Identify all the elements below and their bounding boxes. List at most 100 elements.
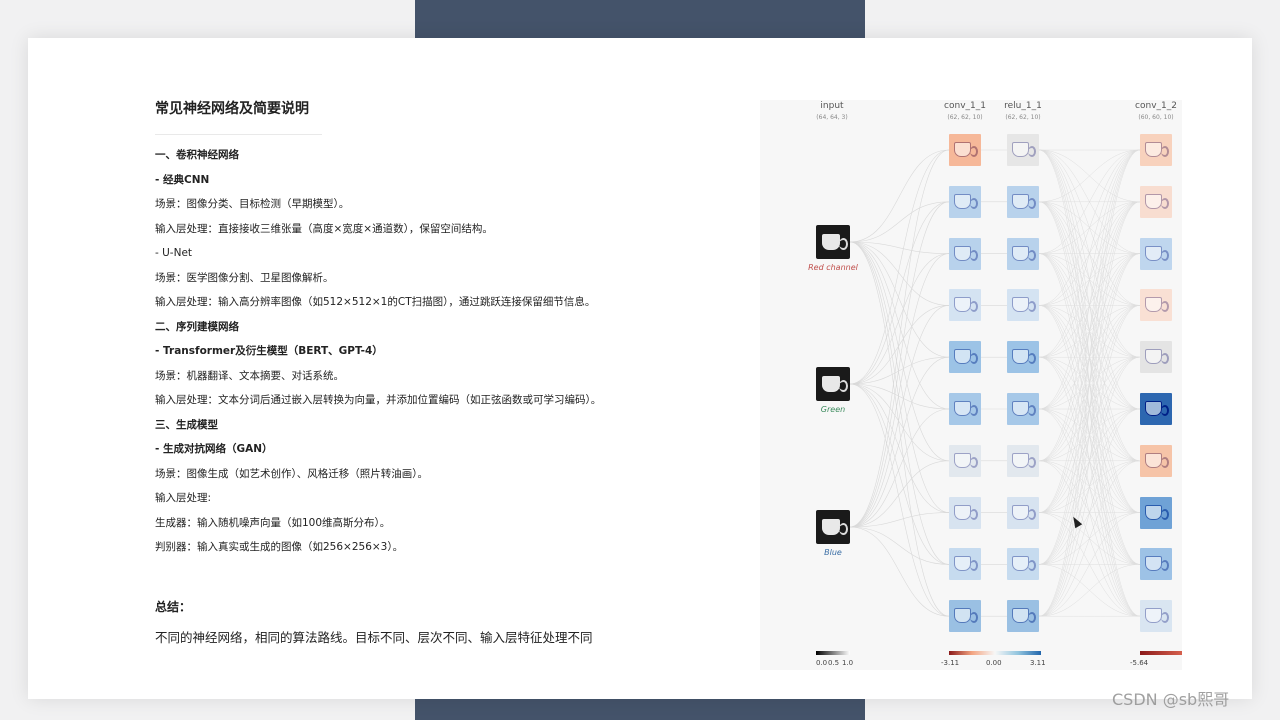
relu1-feature-map: [1007, 134, 1039, 166]
cup-handle: [1161, 249, 1169, 261]
conv2-feature-map: [1140, 341, 1172, 374]
conv1-feature-map: [949, 548, 981, 581]
layer-dims: (60, 60, 10): [1138, 114, 1174, 121]
relu1-feature-map: [1007, 341, 1039, 374]
colorbar-tick: 0.0: [816, 659, 828, 667]
cup-icon: [1012, 401, 1029, 416]
cup-handle: [1028, 560, 1036, 572]
cup-icon: [1145, 452, 1162, 468]
cup-handle: [970, 301, 978, 313]
conv1-feature-map: [949, 496, 981, 529]
input-channel-label: Red channel: [808, 263, 858, 272]
relu1-feature-map: [1007, 496, 1039, 529]
cup-icon: [954, 401, 971, 416]
conv1-feature-map: [949, 444, 981, 477]
cup-icon: [1145, 349, 1162, 365]
conv1-feature-map: [949, 185, 981, 218]
slide-canvas: 常见神经网络及简要说明 一、卷积神经网络 - 经典CNN 场景：图像分类、目标检测（…: [28, 38, 1252, 699]
connection-line: [1038, 356, 1141, 617]
cup-handle: [1161, 353, 1169, 365]
relu1-feature-map: [1007, 548, 1039, 581]
cup-icon: [1012, 245, 1029, 261]
content-line: - 生成对抗网络（GAN）: [155, 443, 273, 455]
cup-icon: [1145, 401, 1162, 416]
cup-icon: [822, 376, 840, 392]
cnn-visualization: input (64, 64, 3) conv_1_1 (62, 62, 10) relu…: [760, 100, 1182, 670]
content-line: 场景：医学图像分割、卫星图像解析。: [155, 271, 334, 284]
connection-line: [1038, 149, 1141, 203]
connection-line: [849, 305, 950, 385]
cup-handle: [970, 560, 978, 572]
connection-line: [849, 526, 950, 565]
connection-line: [849, 201, 950, 385]
input-channel-image: [816, 367, 850, 401]
cup-icon: [1145, 297, 1162, 313]
layer-dims: (64, 64, 3): [816, 114, 848, 121]
cup-handle: [970, 405, 978, 416]
cup-handle: [970, 612, 978, 624]
relu1-feature-map: [1007, 185, 1039, 218]
conv2-feature-map: [1140, 185, 1172, 218]
conv1-feature-map: [949, 134, 981, 166]
cup-icon: [1012, 556, 1029, 572]
cup-icon: [954, 193, 971, 209]
cup-icon: [954, 142, 971, 157]
cup-icon: [1145, 608, 1162, 624]
cup-icon: [1145, 193, 1162, 209]
summary-text: 不同的神经网络，相同的算法路线。目标不同、层次不同、输入层特征处理不同: [155, 630, 593, 645]
cup-handle: [839, 238, 848, 250]
layer-name: relu_1_1: [1004, 101, 1042, 111]
conv2-feature-map: [1140, 496, 1172, 529]
content-line: 输入层处理：输入高分辨率图像（如512×512×1的CT扫描图），通过跳跃连接保…: [155, 296, 596, 308]
connection-line: [849, 383, 950, 462]
cup-icon: [1012, 504, 1029, 520]
cup-handle: [1161, 456, 1169, 468]
cup-icon: [1012, 297, 1029, 313]
content-line: 场景：图像生成（如艺术创作）、风格迁移（照片转油画）。: [155, 467, 428, 480]
connection-line: [849, 408, 950, 528]
cup-icon: [1012, 608, 1029, 624]
cup-handle: [1028, 405, 1036, 416]
connection-line: [1038, 149, 1141, 513]
cup-handle: [970, 197, 978, 209]
relu1-feature-map: [1007, 237, 1039, 270]
conv2-feature-map: [1140, 393, 1172, 425]
conv2-feature-map: [1140, 237, 1172, 270]
cup-handle: [1028, 456, 1036, 468]
layer-dims: (62, 62, 10): [1005, 114, 1041, 121]
colorbar-tick: -5.64: [1130, 659, 1149, 667]
connection-line: [1038, 460, 1141, 617]
connection-line: [849, 149, 950, 528]
conv1-feature-map: [949, 600, 981, 633]
content-lines: 一、卷积神经网络 - 经典CNN 场景：图像分类、目标检测（早期模型）。 输入层处理：…: [155, 143, 755, 560]
colorbar: [816, 651, 850, 655]
cup-icon: [1012, 349, 1029, 365]
layer-name: input: [820, 101, 844, 111]
cup-icon: [1012, 142, 1029, 157]
cup-handle: [970, 456, 978, 468]
conv2-feature-map: [1140, 548, 1172, 581]
content-line: 场景：机器翻译、文本摘要、对话系统。: [155, 369, 344, 382]
cup-handle: [839, 523, 848, 535]
cup-handle: [970, 249, 978, 261]
content-line: - U-Net: [155, 247, 193, 259]
content-line: 输入层处理：直接接收三维张量（高度×宽度×通道数），保留空间结构。: [155, 222, 493, 235]
conv1-feature-map: [949, 237, 981, 270]
cup-handle: [839, 380, 848, 392]
cup-icon: [822, 519, 840, 535]
relu1-feature-map: [1007, 444, 1039, 477]
input-channel-image: [816, 510, 850, 544]
content-line: - Transformer及衍生模型（BERT、GPT-4）: [155, 345, 383, 357]
cup-icon: [954, 608, 971, 624]
cup-icon: [954, 245, 971, 261]
colorbar-tick: 3.11: [1030, 659, 1046, 667]
content-line: 输入层处理:: [155, 492, 212, 504]
cup-handle: [970, 508, 978, 520]
content-line: 判别器：输入真实或生成的图像（如256×256×3）。: [155, 541, 404, 553]
colorbar-tick: -3.11: [941, 659, 960, 667]
cup-handle: [1028, 197, 1036, 209]
content-line: 二、序列建模网络: [155, 320, 239, 333]
cup-handle: [1028, 249, 1036, 261]
cup-handle: [1161, 560, 1169, 572]
cup-handle: [1028, 508, 1036, 520]
